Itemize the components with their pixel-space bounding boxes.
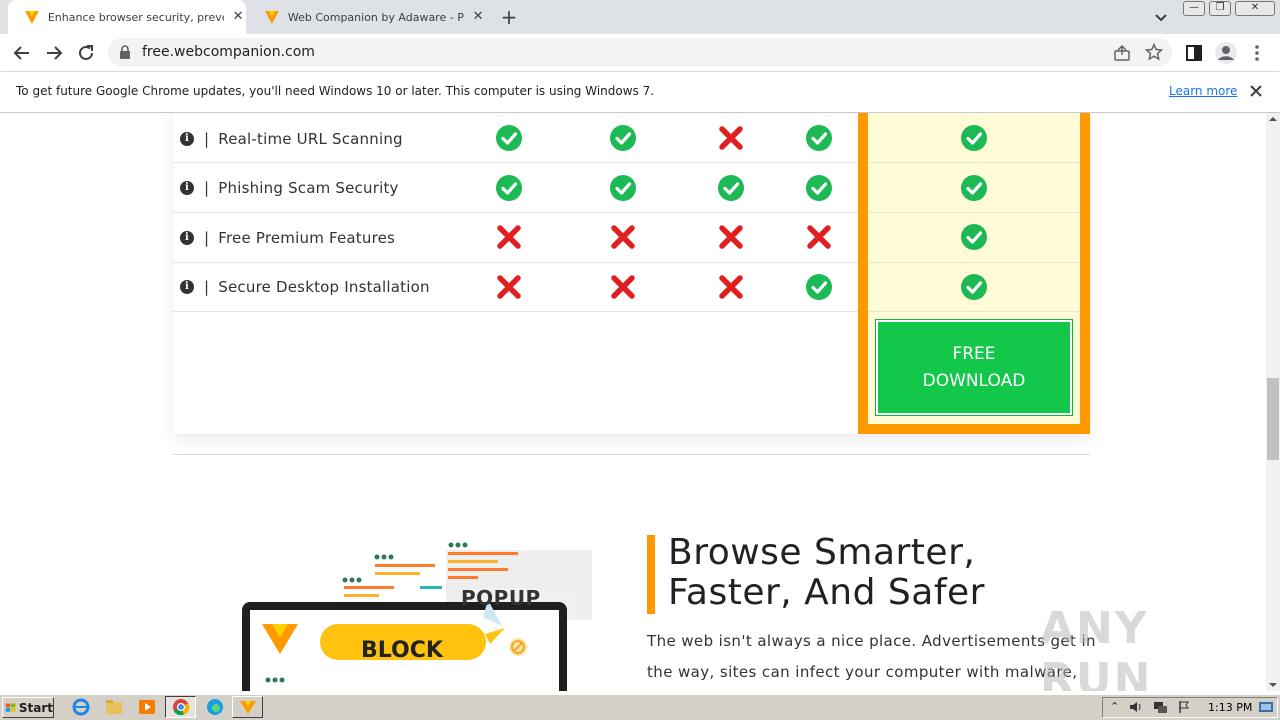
feature-name: Phishing Scam Security [218,179,399,197]
download-line-1: FREE [952,343,996,364]
feature-label: i | Real-time URL Scanning [180,114,403,164]
separator: | [204,130,210,148]
check-icon [718,175,744,201]
url-text[interactable]: free.webcompanion.com [142,44,315,60]
media-player-icon[interactable] [136,697,158,717]
tab-active[interactable]: Enhance browser security, prevent m ✕ [8,0,246,34]
action-center-flag-icon[interactable] [1177,700,1191,714]
tab-search-chevron-icon[interactable] [1152,8,1170,26]
tab-inactive[interactable]: Web Companion by Adaware - Preve ✕ [248,0,486,34]
webcompanion-favicon-icon [264,11,279,24]
section-paragraph: The web isn't always a nice place. Adver… [647,626,1107,688]
heading-line-2: Faster, And Safer [668,572,985,613]
lock-icon[interactable] [119,45,131,59]
info-icon[interactable]: i [180,280,194,294]
side-panel-icon[interactable] [1185,44,1203,62]
learn-more-link[interactable]: Learn more [1169,84,1237,98]
check-icon [806,274,832,300]
network-icon[interactable] [1152,700,1168,714]
popup-block-illustration [242,542,592,691]
section-heading: Browse Smarter, Faster, And Safer [668,533,985,613]
tab-close-icon[interactable]: ✕ [230,9,246,25]
anyrun-watermark: ANY RUN [1040,603,1153,691]
webcompanion-favicon-icon [24,11,39,24]
check-icon [496,175,522,201]
feature-name: Free Premium Features [218,229,396,247]
info-icon[interactable]: i [180,132,194,146]
share-icon[interactable] [1113,44,1131,62]
tab-title: Web Companion by Adaware - Preve [287,10,464,24]
close-window-button[interactable]: ✕ [1235,1,1275,16]
heading-accent-bar [647,535,655,614]
check-icon [496,125,522,151]
cross-icon [719,126,743,150]
paragraph-line-1: The web isn't always a nice place. Adver… [647,632,1096,650]
cross-icon [719,225,743,249]
download-line-2: DOWNLOAD [922,370,1026,391]
menu-kebab-icon[interactable] [1252,44,1262,62]
info-icon[interactable]: i [180,231,194,245]
internet-explorer-icon[interactable] [70,697,92,717]
scroll-down-arrow-icon[interactable] [1268,680,1278,690]
cross-icon [497,275,521,299]
webcompanion-icon[interactable] [237,697,259,717]
reload-icon[interactable] [75,42,97,64]
cross-icon [497,225,521,249]
block-label: BLOCK [361,638,443,663]
heading-line-1: Browse Smarter, [668,532,976,573]
paragraph-line-2: the way, sites can infect your computer … [647,663,1078,681]
start-label: Start [18,700,53,715]
scroll-up-arrow-icon[interactable] [1268,114,1278,124]
feature-name: Secure Desktop Installation [218,278,430,296]
new-tab-button[interactable]: + [498,6,520,28]
restore-button[interactable]: ❐ [1209,1,1231,16]
start-button[interactable]: Start [2,697,54,718]
tab-close-icon[interactable]: ✕ [470,9,486,25]
cross-icon [611,275,635,299]
check-icon [610,175,636,201]
separator: | [204,229,210,247]
popup-label: POPUP [461,586,541,610]
clock: 1:13 PM [1208,701,1253,714]
infobar-close-icon[interactable] [1248,83,1264,99]
check-icon [806,175,832,201]
volume-icon[interactable] [1128,700,1144,714]
windows-logo-icon [5,703,16,712]
show-desktop-icon[interactable] [1258,700,1274,714]
info-icon[interactable]: i [180,181,194,195]
back-arrow-icon[interactable] [11,42,33,64]
check-icon [961,224,987,250]
section-divider [173,454,1090,455]
edge-icon[interactable] [204,697,226,717]
infobar-message: To get future Google Chrome updates, you… [16,84,655,98]
separator: | [204,278,210,296]
scrollbar-thumb[interactable] [1267,378,1279,460]
forward-arrow-icon[interactable] [43,42,65,64]
minimize-button[interactable]: — [1183,1,1205,16]
tray-expand-icon[interactable]: ⌃ [1110,700,1119,713]
check-icon [961,175,987,201]
bookmark-star-icon[interactable] [1145,43,1163,61]
file-explorer-icon[interactable] [103,697,125,717]
feature-label: i | Secure Desktop Installation [180,262,430,312]
check-icon [806,125,832,151]
chrome-icon[interactable] [170,697,192,717]
feature-label: i | Phishing Scam Security [180,163,399,213]
check-icon [961,125,987,151]
feature-label: i | Free Premium Features [180,213,395,263]
tab-title: Enhance browser security, prevent m [47,10,224,24]
cross-icon [719,275,743,299]
feature-name: Real-time URL Scanning [218,130,403,148]
cross-icon [611,225,635,249]
free-download-button[interactable]: FREE DOWNLOAD [876,320,1072,415]
cross-icon [807,225,831,249]
check-icon [961,274,987,300]
separator: | [204,179,210,197]
profile-avatar-icon[interactable] [1214,41,1238,65]
web-page: i | Real-time URL Scanning i | Phishing … [0,113,1266,691]
check-icon [610,125,636,151]
